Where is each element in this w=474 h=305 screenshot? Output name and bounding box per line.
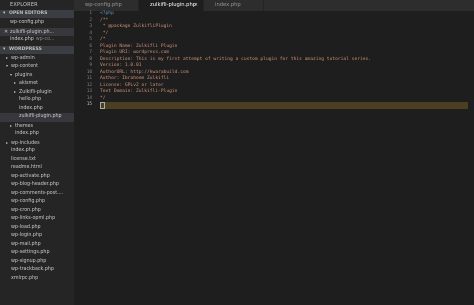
tree-item-label: index.php bbox=[11, 148, 35, 153]
tree-item-label: Zulkifli-plugin bbox=[19, 89, 52, 95]
tree-file[interactable]: wp-settings.php bbox=[0, 249, 74, 258]
open-editor-name: index.php bbox=[10, 37, 34, 42]
tab-zulkifli-plugin-php[interactable]: zulkifli-plugin.php ✕ bbox=[139, 0, 204, 11]
open-editors-label: OPEN EDITORS bbox=[9, 11, 48, 16]
tree-item-label: index.php bbox=[19, 105, 43, 111]
open-editor-name: zulkifli-plugin.ph... bbox=[10, 29, 55, 35]
tree-folder[interactable]: ▾ plugins bbox=[0, 71, 74, 80]
code-text: <?php bbox=[100, 11, 114, 16]
open-editors-header[interactable]: ▾ OPEN EDITORS bbox=[0, 10, 74, 18]
close-icon[interactable]: ✕ bbox=[194, 0, 198, 11]
tree-item-label: wp-config.php bbox=[11, 199, 46, 204]
tree-file[interactable]: wp-cron.php bbox=[0, 207, 74, 216]
code-area[interactable]: <?php/** * @package ZulkifliPlugin *//* P… bbox=[100, 11, 474, 109]
folder-label: WORDPRESS bbox=[9, 46, 42, 52]
tree-item-label: zulkifli-plugin.php bbox=[19, 114, 62, 119]
tree-file[interactable]: index.php bbox=[0, 147, 74, 156]
tree-folder[interactable]: ▸ Zulkifli-plugin bbox=[0, 88, 74, 97]
explorer-title: EXPLORER bbox=[10, 2, 38, 8]
tree-folder[interactable]: ▾ wp-content bbox=[0, 62, 74, 71]
tree-item-label: wp-signup.php bbox=[11, 258, 47, 264]
code-text: Text Domain: Zulkifli-Plugin bbox=[100, 89, 178, 94]
tree-item-label: plugins bbox=[15, 72, 33, 78]
line-number: 15 bbox=[86, 102, 92, 107]
tree-item-label: wp-admin bbox=[11, 55, 35, 61]
tree-item-label: wp-cron.php bbox=[11, 207, 41, 213]
tree-item-label: license.txt bbox=[11, 156, 36, 162]
tree-file[interactable]: wp-comments-post.... bbox=[0, 190, 74, 199]
tree-item-label: wp-load.php bbox=[11, 224, 41, 230]
tree-file[interactable]: license.txt bbox=[0, 156, 74, 165]
tree-file[interactable]: wp-config.php bbox=[0, 198, 74, 207]
tree-file[interactable]: wp-signup.php bbox=[0, 258, 74, 267]
code-text: /** bbox=[100, 17, 109, 23]
tree-item-label: hello.php bbox=[19, 97, 42, 102]
open-editor-path: wp-co... bbox=[35, 37, 55, 42]
tree-item-label: wp-settings.php bbox=[11, 250, 50, 255]
tree-file[interactable]: wp-blog-header.php bbox=[0, 181, 74, 190]
tree-item-label: wp-login.php bbox=[11, 233, 43, 238]
tree-folder[interactable]: ▸ wp-admin bbox=[0, 54, 74, 63]
text-cursor bbox=[100, 102, 105, 109]
tree-folder[interactable]: ▸ themes bbox=[0, 122, 74, 131]
tree-item-label: xmlrpc.php bbox=[11, 275, 39, 281]
tab-label: zulkifli-plugin.php bbox=[150, 2, 197, 8]
tree-item-label: wp-content bbox=[11, 64, 39, 69]
code-text: Author: Ibraheem Zulkifli bbox=[100, 76, 170, 81]
open-editor-name: wp-config.php bbox=[10, 20, 45, 25]
editor-tab-bar: wp-config.php zulkifli-plugin.php ✕ index.p… bbox=[74, 0, 474, 11]
code-text: Version: 1.0.01 bbox=[100, 63, 142, 68]
tree-file[interactable]: wp-activate.php bbox=[0, 173, 74, 182]
tree-item-label: wp-trackback.php bbox=[11, 267, 54, 272]
tree-file[interactable]: xmlrpc.php bbox=[0, 275, 74, 284]
line-number-gutter: 1 2 3 4 5 6 7 8 9 10 11 12 13 14 15 bbox=[74, 11, 96, 305]
tree-item-label: wp-links-opml.php bbox=[11, 216, 56, 221]
tab-index-php[interactable]: index.php bbox=[204, 0, 264, 11]
tree-item-label: wp-includes bbox=[11, 140, 40, 146]
code-text: Plugin Name: Zulkifli Plugin bbox=[100, 43, 178, 49]
editor-scrollbar[interactable] bbox=[468, 11, 474, 305]
tree-folder[interactable]: ▸ wp-includes bbox=[0, 139, 74, 148]
code-text: AuthorURL: http://kwarabuild.com bbox=[100, 69, 189, 75]
code-text: License: GPLv2 or later bbox=[100, 82, 164, 88]
file-tree: ▸ wp-admin ▾ wp-content ▾ plugins ▸ akismet ▸ Zul… bbox=[0, 54, 74, 284]
tab-label: wp-config.php bbox=[85, 2, 122, 8]
folder-header[interactable]: ▾ WORDPRESS bbox=[0, 45, 74, 54]
tree-file[interactable]: wp-mail.php bbox=[0, 241, 74, 250]
tree-file[interactable]: wp-load.php bbox=[0, 224, 74, 233]
code-line[interactable] bbox=[100, 102, 474, 109]
tree-item-label: wp-activate.php bbox=[11, 173, 50, 179]
open-editor-item[interactable]: wp-config.php bbox=[0, 19, 74, 28]
tree-file[interactable]: hello.php bbox=[0, 96, 74, 105]
tree-item-label: readme.html bbox=[11, 165, 42, 170]
explorer-sidebar: EXPLORER ▾ OPEN EDITORS wp-config.php ✕ zul… bbox=[0, 0, 74, 305]
tree-item-label: index.php bbox=[15, 131, 39, 136]
tree-item-label: themes bbox=[15, 123, 33, 129]
open-editors-list: wp-config.php ✕ zulkifli-plugin.ph... index… bbox=[0, 18, 74, 46]
code-editor[interactable]: 1 2 3 4 5 6 7 8 9 10 11 12 13 14 15 <?php/** * @packag… bbox=[74, 11, 474, 305]
code-text: /* bbox=[100, 37, 106, 42]
tree-file[interactable]: wp-links-opml.php bbox=[0, 215, 74, 224]
tree-file[interactable]: readme.html bbox=[0, 164, 74, 173]
tree-item-label: wp-comments-post.... bbox=[11, 190, 64, 196]
tree-file[interactable]: index.php bbox=[0, 105, 74, 114]
tree-file[interactable]: wp-login.php bbox=[0, 232, 74, 241]
code-text: */ bbox=[100, 30, 109, 36]
tab-wp-config-php[interactable]: wp-config.php bbox=[74, 0, 139, 11]
tree-folder[interactable]: ▸ akismet bbox=[0, 79, 74, 88]
tree-file[interactable]: index.php bbox=[0, 130, 74, 139]
tree-file[interactable]: wp-trackback.php bbox=[0, 266, 74, 275]
tree-item-label: wp-mail.php bbox=[11, 241, 41, 247]
code-text: Description: This is my first attempt of… bbox=[100, 56, 372, 62]
tree-file[interactable]: zulkifli-plugin.php bbox=[0, 113, 74, 122]
tree-item-label: akismet bbox=[19, 81, 39, 86]
code-text: Plugin URI: wordpress.com bbox=[100, 50, 170, 55]
tab-label: index.php bbox=[215, 2, 241, 8]
open-editor-item[interactable]: index.php wp-co... bbox=[0, 36, 74, 45]
code-text: * @package ZulkifliPlugin bbox=[100, 24, 172, 29]
open-editor-item[interactable]: ✕ zulkifli-plugin.ph... bbox=[0, 27, 74, 36]
code-text: */ bbox=[100, 95, 106, 101]
tree-item-label: wp-blog-header.php bbox=[11, 182, 59, 187]
